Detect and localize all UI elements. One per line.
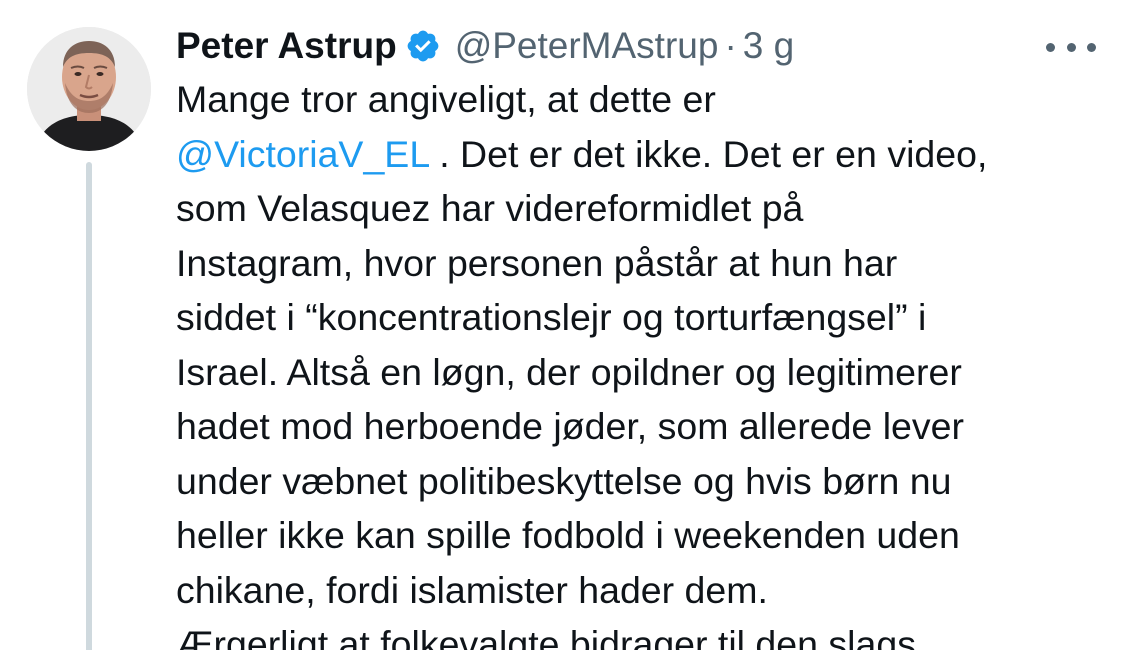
tweet-timestamp[interactable]: 3 g	[743, 25, 794, 67]
more-dot	[1087, 42, 1096, 52]
header-separator: ·	[724, 25, 737, 66]
verified-badge-icon[interactable]	[405, 28, 441, 64]
avatar[interactable]	[27, 27, 151, 151]
tweet-line: under væbnet politibeskyttelse og hvis b…	[176, 459, 952, 502]
tweet-line: Mange tror angiveligt, at dette er	[176, 78, 716, 120]
more-options-icon[interactable]	[1046, 32, 1096, 62]
author-handle[interactable]: @PeterMAstrup	[455, 25, 719, 67]
tweet-line: heller ikke kan spille fodbold i weekend…	[176, 514, 960, 556]
tweet-line: chikane, fordi islamister hader dem.	[176, 568, 768, 611]
mention-link[interactable]: @VictoriaV_EL	[176, 133, 429, 175]
avatar-column	[27, 27, 151, 151]
tweet-line: hadet mod herboende jøder, som allerede …	[176, 405, 964, 447]
more-dot	[1046, 42, 1055, 52]
tweet-line: @VictoriaV_EL . Det er det ikke. Det er …	[176, 127, 1096, 182]
avatar-image	[27, 27, 151, 151]
tweet-line: Israel. Altså en løgn, der opildner og l…	[176, 350, 962, 393]
tweet-line: Instagram, hvor personen påstår at hun h…	[176, 241, 898, 284]
tweet-line: siddet i “koncentrationslejr og torturfæ…	[176, 296, 927, 338]
tweet-header: Peter Astrup @PeterMAstrup · 3 g	[176, 18, 1096, 74]
tweet-line: som Velasquez har videreformidlet på	[176, 187, 804, 229]
tweet[interactable]: Peter Astrup @PeterMAstrup · 3 g Mange t…	[0, 0, 1125, 650]
tweet-line-text: . Det er det ikke. Det er en video,	[428, 132, 988, 175]
tweet-text: Mange tror angiveligt, at dette er @Vict…	[176, 72, 1096, 650]
tweet-content: Peter Astrup @PeterMAstrup · 3 g Mange t…	[176, 18, 1096, 650]
tweet-line: Ærgerligt at folkevalgte bidrager til de…	[176, 623, 916, 650]
author-name[interactable]: Peter Astrup	[176, 25, 397, 67]
more-dot	[1066, 42, 1076, 52]
thread-connector-line	[86, 162, 92, 650]
